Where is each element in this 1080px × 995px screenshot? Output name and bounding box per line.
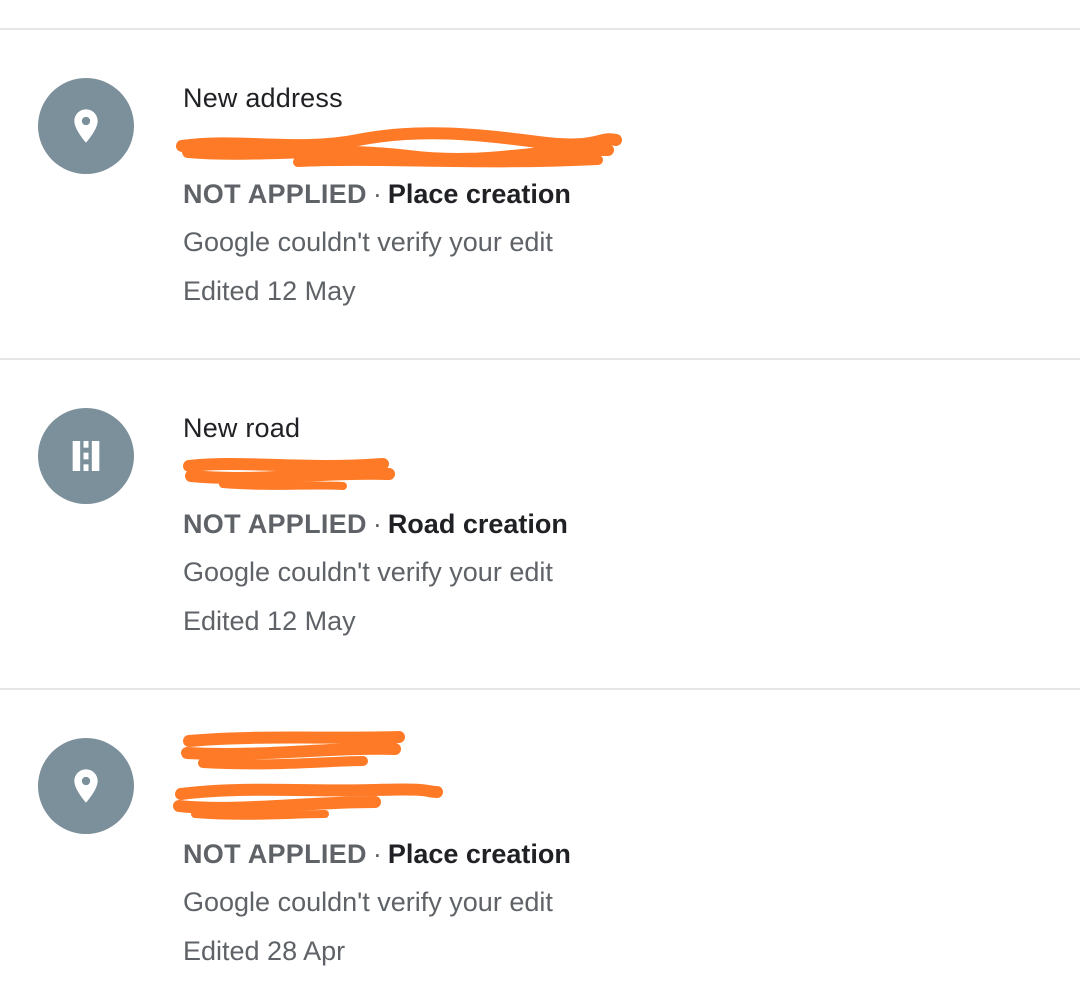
edit-address bbox=[173, 783, 453, 822]
edit-address bbox=[183, 458, 643, 492]
edit-date: Edited 12 May bbox=[183, 276, 356, 306]
place-pin-icon bbox=[38, 78, 134, 174]
place-pin-icon bbox=[38, 738, 134, 834]
edit-message: Google couldn't verify your edit bbox=[183, 887, 553, 917]
edit-message: Google couldn't verify your edit bbox=[183, 557, 553, 587]
edit-kind: Place creation bbox=[387, 179, 571, 209]
edit-kind: Place creation bbox=[387, 839, 571, 869]
edit-item-new-road[interactable]: New road NOT APPLIED · Road creation Googl… bbox=[0, 360, 1080, 690]
status-label: NOT APPLIED bbox=[183, 509, 367, 539]
edit-item-place[interactable]: NOT APPLIED · Place creation Google couldn… bbox=[0, 690, 1080, 995]
edit-status-line: NOT APPLIED · Road creation bbox=[183, 509, 568, 540]
edit-title: New address bbox=[183, 83, 343, 113]
status-separator: · bbox=[372, 839, 382, 869]
status-separator: · bbox=[372, 509, 382, 539]
edit-item-new-address[interactable]: New address NOT APPLIED · Place creation G… bbox=[0, 30, 1080, 360]
edit-message: Google couldn't verify your edit bbox=[183, 227, 553, 257]
road-icon bbox=[38, 408, 134, 504]
edit-date: Edited 28 Apr bbox=[183, 936, 346, 966]
edit-kind: Road creation bbox=[387, 509, 568, 539]
edit-status-line: NOT APPLIED · Place creation bbox=[183, 839, 571, 870]
edit-title: New road bbox=[183, 413, 301, 443]
edit-title bbox=[181, 731, 423, 777]
status-separator: · bbox=[372, 179, 382, 209]
edit-address bbox=[176, 127, 643, 168]
edit-date: Edited 12 May bbox=[183, 606, 356, 636]
redaction-scribble bbox=[183, 458, 395, 490]
redaction-scribble bbox=[173, 783, 443, 820]
status-label: NOT APPLIED bbox=[183, 179, 367, 209]
status-label: NOT APPLIED bbox=[183, 839, 367, 869]
redaction-scribble bbox=[181, 731, 405, 770]
redaction-scribble bbox=[176, 127, 622, 168]
edit-status-line: NOT APPLIED · Place creation bbox=[183, 179, 571, 210]
